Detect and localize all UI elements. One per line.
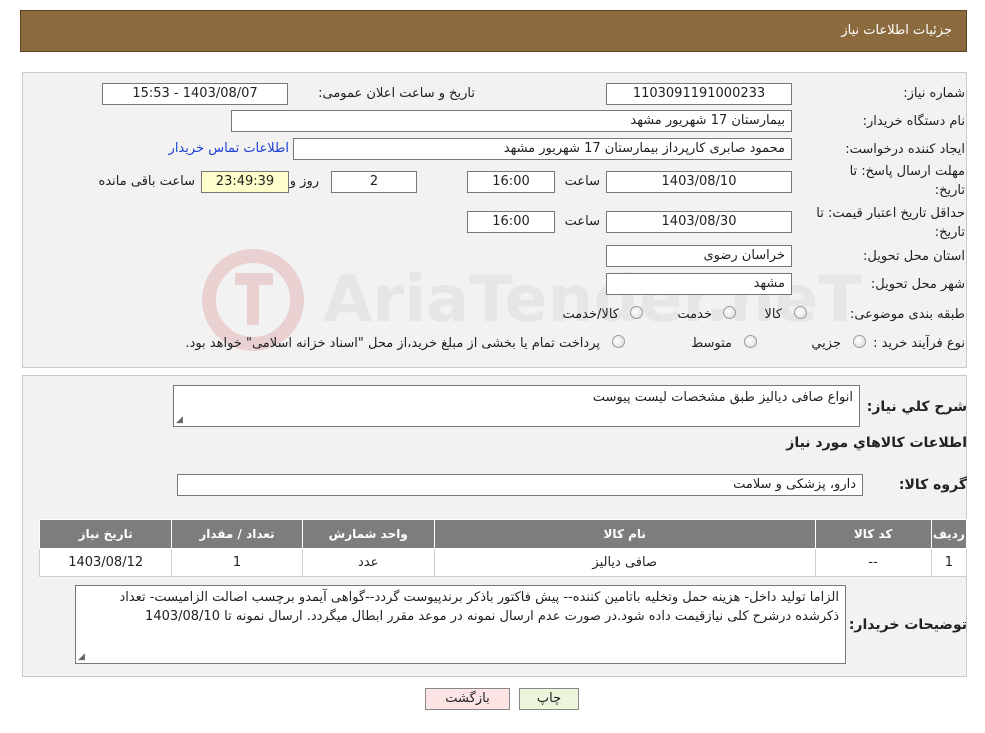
category-goods-radio[interactable]: [794, 306, 807, 319]
goods-group-field: دارو، پزشکی و سلامت: [177, 474, 863, 496]
reply-deadline-date-field: 1403/08/10: [606, 171, 792, 193]
reply-deadline-time-field: 16:00: [467, 171, 555, 193]
province-label: استان محل تحویل:: [863, 249, 965, 264]
city-label: شهر محل تحویل:: [870, 277, 965, 292]
resize-grip-icon: ◢: [78, 652, 85, 662]
goods-group-label: گروه کالا:: [898, 477, 967, 493]
announce-datetime-label: تاریخ و ساعت اعلان عمومی:: [318, 86, 475, 101]
category-goods-service-label: کالا/خدمت: [562, 307, 619, 322]
col-code-header: کد کالا: [814, 519, 932, 549]
price-validity-date-field: 1403/08/30: [606, 211, 792, 233]
process-minor-label: جزیي: [811, 336, 841, 351]
reply-deadline-label-2: تاریخ:: [934, 183, 965, 198]
page-header: جزئیات اطلاعات نیاز: [20, 10, 967, 52]
process-label: نوع فرآیند خرید :: [873, 336, 965, 351]
remaining-time-label: ساعت باقی مانده: [98, 174, 195, 189]
reply-deadline-label-1: مهلت ارسال پاسخ: تا: [849, 164, 965, 179]
province-field: خراسان رضوی: [606, 245, 792, 267]
requester-label: ایجاد کننده درخواست:: [845, 142, 965, 157]
city-field: مشهد: [606, 273, 792, 295]
buyer-contact-link[interactable]: اطلاعات تماس خریدار: [169, 141, 289, 156]
cell-row: 1: [930, 548, 968, 577]
summary-label: شرح کلي نياز:: [866, 399, 967, 415]
items-table-wrap: رديف کد کالا نام کالا واحد شمارش تعداد /…: [38, 519, 968, 577]
cell-unit: عدد: [301, 548, 435, 577]
col-name-header: نام کالا: [433, 519, 816, 549]
summary-text: انواع صافی دیالیز طبق مشخصات لیست پیوست: [592, 390, 853, 405]
days-label: روز و: [289, 174, 319, 189]
treasury-bonds-note: پرداخت تمام یا بخشی از مبلغ خرید،از محل …: [185, 336, 600, 351]
col-row-header: رديف: [930, 519, 968, 549]
remaining-time-field: 23:49:39: [201, 171, 289, 193]
treasury-bonds-radio[interactable]: [612, 335, 625, 348]
price-validity-time-field: 16:00: [467, 211, 555, 233]
summary-textarea[interactable]: انواع صافی دیالیز طبق مشخصات لیست پیوست …: [173, 385, 860, 427]
buyer-notes-textarea[interactable]: الزاما تولید داخل- هزینه حمل وتخلیه باتا…: [75, 585, 846, 664]
buyer-org-label: نام دستگاه خریدار:: [862, 114, 965, 129]
page-title: جزئیات اطلاعات نیاز: [841, 23, 952, 38]
need-number-field: 1103091191000233: [606, 83, 792, 105]
back-button[interactable]: بازگشت: [425, 688, 510, 710]
requester-field: محمود صابری کارپرداز بیمارستان 17 شهریور…: [293, 138, 792, 160]
cell-qty: 1: [171, 548, 303, 577]
buyer-notes-text: الزاما تولید داخل- هزینه حمل وتخلیه باتا…: [119, 590, 839, 624]
remaining-days-field: 2: [331, 171, 417, 193]
buyer-org-field: بیمارستان 17 شهریور مشهد: [231, 110, 792, 132]
process-minor-radio[interactable]: [853, 335, 866, 348]
price-validity-label-1: حداقل تاریخ اعتبار قیمت: تا: [816, 206, 965, 221]
col-qty-header: تعداد / مقدار: [171, 519, 303, 549]
category-service-radio[interactable]: [723, 306, 736, 319]
buyer-notes-label: توضیحات خریدار:: [848, 617, 967, 633]
items-table: رديف کد کالا نام کالا واحد شمارش تعداد /…: [38, 519, 968, 577]
cell-name: صافی دیالیز: [433, 548, 816, 577]
cell-code: --: [814, 548, 932, 577]
need-number-label: شماره نیاز:: [903, 86, 965, 101]
category-goods-service-radio[interactable]: [630, 306, 643, 319]
items-table-header-row: رديف کد کالا نام کالا واحد شمارش تعداد /…: [38, 519, 968, 549]
print-button[interactable]: چاپ: [519, 688, 579, 710]
price-validity-label-2: تاریخ:: [934, 225, 965, 240]
category-label: طبقه بندی موضوعی:: [849, 307, 965, 322]
reply-deadline-time-label: ساعت: [564, 174, 600, 189]
category-service-label: خدمت: [677, 307, 712, 322]
col-date-header: تاريخ نياز: [38, 519, 173, 549]
cell-date: 1403/08/12: [38, 548, 173, 577]
process-medium-radio[interactable]: [744, 335, 757, 348]
price-validity-time-label: ساعت: [564, 214, 600, 229]
table-row: 1 -- صافی دیالیز عدد 1 1403/08/12: [38, 548, 968, 577]
category-goods-label: کالا: [764, 307, 782, 322]
process-medium-label: متوسط: [691, 336, 732, 351]
announce-datetime-field: 1403/08/07 - 15:53: [102, 83, 288, 105]
items-section-title: اطلاعات کالاهاي مورد نياز: [786, 435, 967, 451]
resize-grip-icon: ◢: [176, 415, 183, 425]
col-unit-header: واحد شمارش: [301, 519, 435, 549]
